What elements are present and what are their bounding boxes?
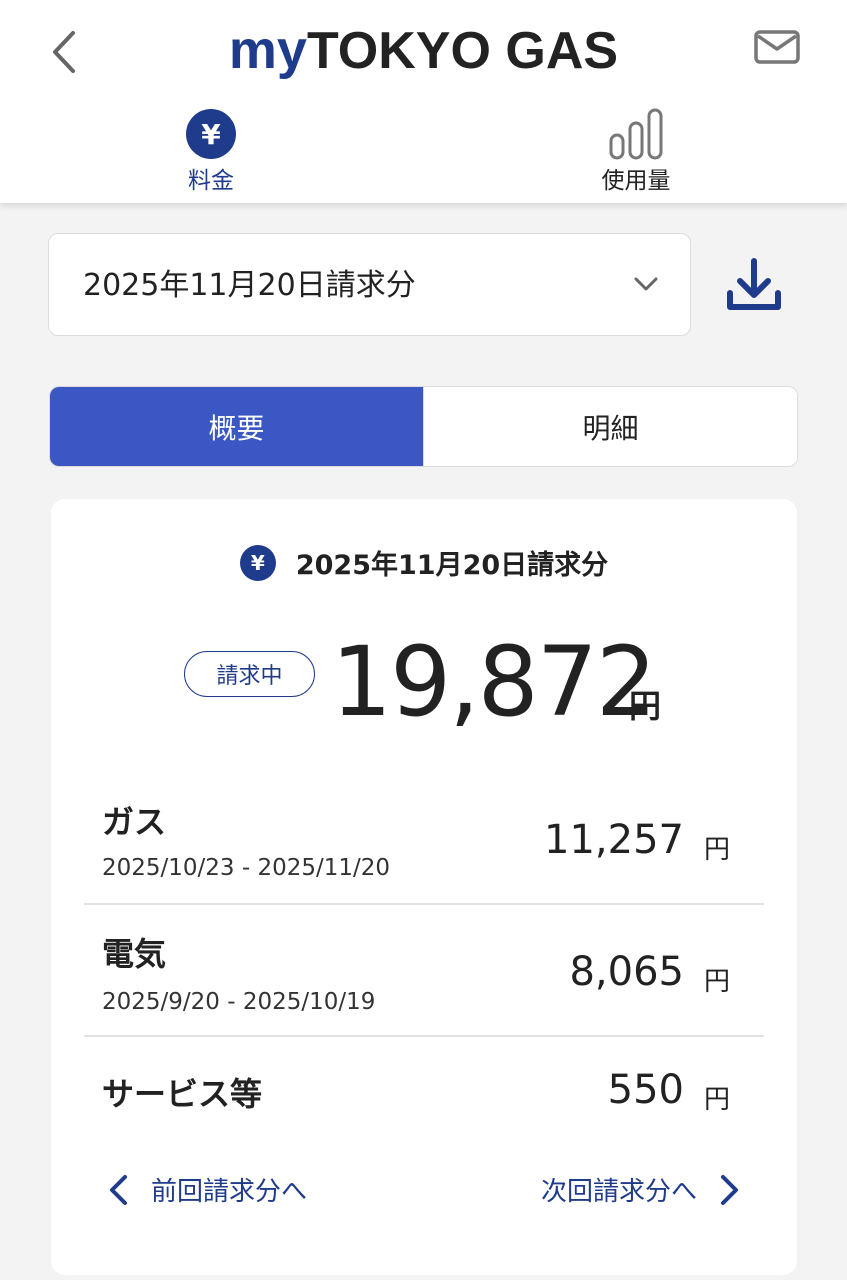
charge-amount: 8,065 — [569, 949, 684, 995]
charge-period: 2025/10/23 - 2025/11/20 — [102, 855, 391, 881]
next-bill-link[interactable]: 次回請求分へ — [541, 1171, 741, 1208]
charge-unit: 円 — [703, 835, 730, 865]
bar-chart-icon — [609, 108, 663, 160]
charge-name: 電気 — [102, 935, 167, 973]
view-segmented-control: 概要 明細 — [49, 386, 798, 467]
billing-summary-card: ¥ 2025年11月20日請求分 請求中 19,872 円 ガス 2025/10… — [51, 499, 797, 1275]
next-bill-label: 次回請求分へ — [540, 1177, 697, 1207]
segment-summary[interactable]: 概要 — [50, 387, 423, 466]
mail-icon — [754, 30, 800, 64]
download-icon — [727, 258, 781, 310]
charge-row-electricity: 電気 2025/9/20 - 2025/10/19 8,065 円 — [84, 927, 764, 1037]
chevron-down-icon — [634, 277, 658, 291]
tab-usage-label: 使用量 — [601, 168, 671, 194]
charge-amount: 11,257 — [544, 817, 684, 863]
charge-name: サービス等 — [102, 1075, 263, 1113]
yen-icon: ¥ — [239, 544, 276, 581]
segment-details[interactable]: 明細 — [423, 387, 797, 466]
charge-unit: 円 — [703, 1085, 730, 1115]
card-header: ¥ 2025年11月20日請求分 — [51, 543, 797, 582]
mail-button[interactable] — [754, 30, 802, 66]
tab-usage[interactable]: 使用量 — [536, 106, 736, 196]
divider — [84, 1035, 764, 1037]
billing-period-select[interactable]: 2025年11月20日請求分 — [48, 233, 691, 336]
charge-name: ガス — [102, 803, 167, 841]
yen-icon: ¥ — [186, 109, 236, 159]
divider — [84, 903, 764, 905]
status-badge: 請求中 — [184, 651, 315, 697]
tab-fee-label: 料金 — [188, 168, 234, 194]
download-button[interactable] — [722, 255, 786, 317]
tab-fee[interactable]: ¥ 料金 — [111, 106, 311, 196]
app-header: myTOKYO GAS ¥ 料金 使用量 — [0, 0, 847, 203]
app-logo: myTOKYO GAS — [228, 20, 619, 80]
billing-period-value: 2025年11月20日請求分 — [83, 268, 416, 303]
charge-row-services: サービス等 550 円 — [84, 1067, 764, 1137]
charge-period: 2025/9/20 - 2025/10/19 — [102, 989, 376, 1015]
prev-bill-label: 前回請求分へ — [151, 1177, 308, 1207]
charge-amount: 550 — [607, 1067, 684, 1113]
card-title: 2025年11月20日請求分 — [295, 550, 609, 581]
chevron-left-icon — [110, 1174, 127, 1205]
total-amount: 19,872 — [331, 626, 657, 738]
prev-bill-link[interactable]: 前回請求分へ — [107, 1171, 307, 1208]
charge-unit: 円 — [703, 967, 730, 997]
chevron-right-icon — [721, 1174, 738, 1205]
charge-row-gas: ガス 2025/10/23 - 2025/11/20 11,257 円 — [84, 795, 764, 905]
total-currency: 円 — [629, 687, 662, 725]
